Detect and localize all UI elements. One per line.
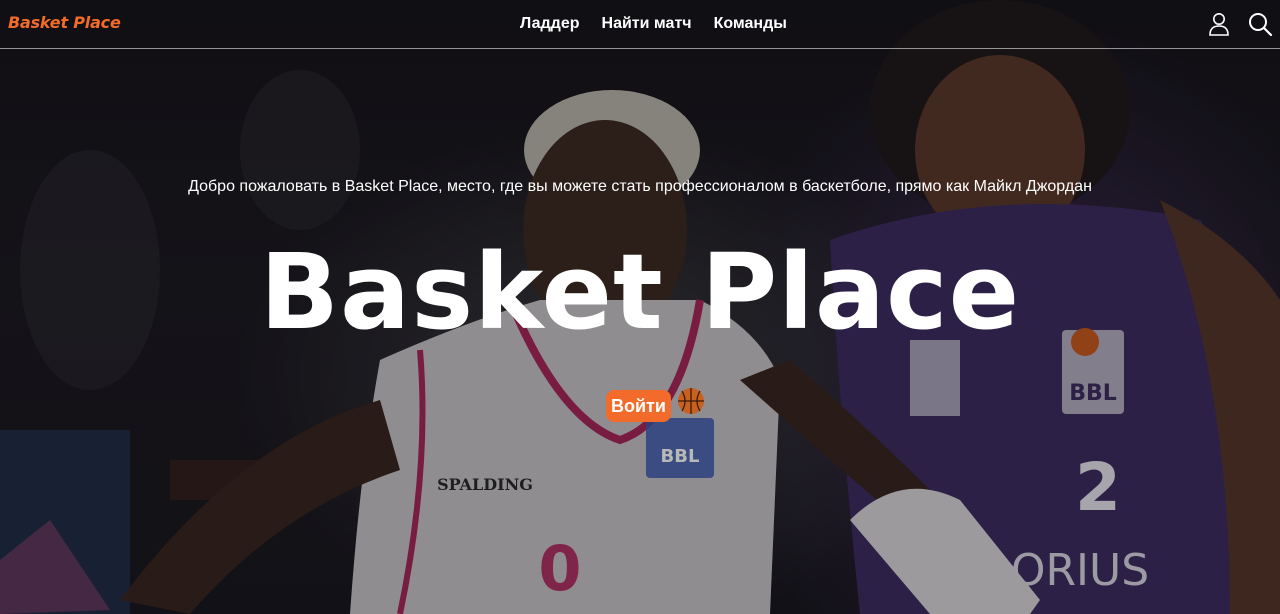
basketball-icon (676, 386, 706, 416)
nav-link-find-match[interactable]: Найти матч (602, 15, 692, 33)
login-button[interactable]: Войти (606, 390, 671, 422)
hero-tagline: Добро пожаловать в Basket Place, место, … (188, 178, 1092, 195)
top-navbar: Basket Place Ладдер Найти матч Команды (0, 0, 1280, 49)
site-logo[interactable]: Basket Place (8, 13, 121, 32)
nav-link-ladder[interactable]: Ладдер (520, 15, 580, 33)
user-icon[interactable] (1206, 11, 1232, 37)
hero-title: Basket Place (259, 231, 1021, 353)
main-nav: Ладдер Найти матч Команды (520, 15, 787, 33)
search-icon[interactable] (1247, 11, 1273, 37)
nav-link-teams[interactable]: Команды (714, 15, 787, 33)
